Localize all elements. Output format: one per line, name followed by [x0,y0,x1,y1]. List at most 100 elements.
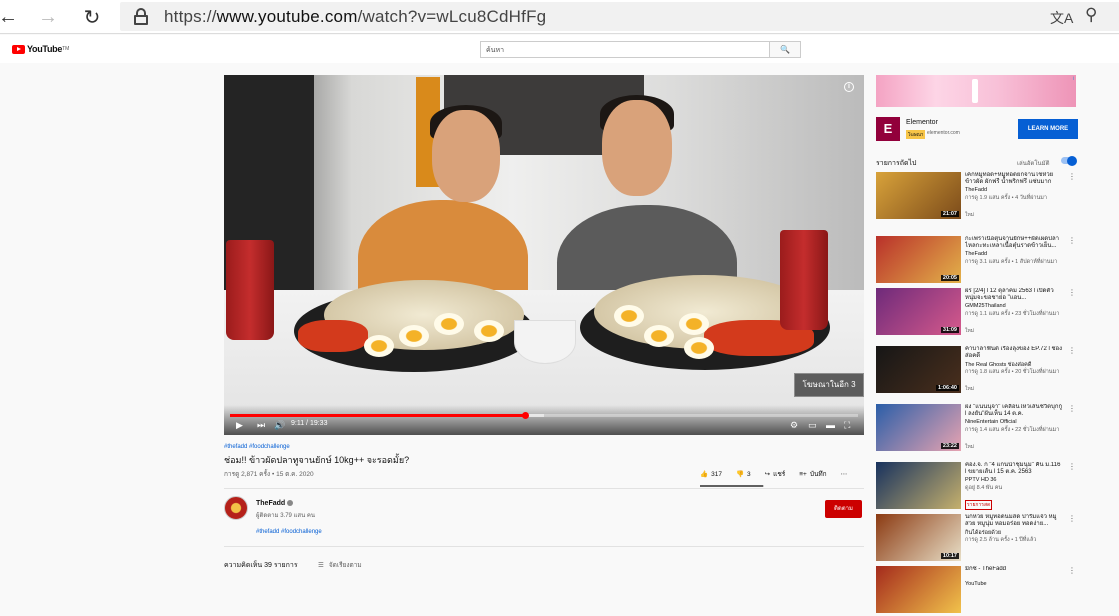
recommendation-title[interactable]: ผีง "แนนนุจา" เคลื่อนไหวเส้นชีวิตบุกกู้ … [965,404,1063,418]
recommendation-meta: การดู 1.8 แสน ครั้ง • 20 ชั่วโมงที่ผ่านม… [965,369,1060,375]
recommendation-channel[interactable]: TheFadd [965,187,987,193]
play-icon[interactable]: ▶ [236,420,243,431]
forward-arrow-icon[interactable]: → [36,5,60,29]
recommendation-thumbnail[interactable] [876,462,961,509]
recommendation-channel[interactable]: The Real Ghosts ช่องส่อคดี [965,361,1031,369]
more-vert-icon[interactable]: ⋮ [1068,515,1076,523]
channel-name-text: TheFadd [256,500,286,507]
more-vert-icon[interactable]: ⋮ [1068,289,1076,297]
new-badge: ใหม่ [965,386,975,392]
more-vert-icon[interactable]: ⋮ [1068,347,1076,355]
ad-banner-image[interactable]: i [876,75,1076,107]
recommendation-thumbnail[interactable]: 23:22 [876,404,961,451]
sort-comments-button[interactable]: ☰ จัดเรียงตาม [318,560,362,570]
recommendation-item[interactable]: 31:09 ผีร [2/4] l 12 ตุลาคม 2563 l เปิดตั… [876,288,1076,338]
divider [224,488,864,489]
recommendation-thumbnail[interactable]: 20:05 [876,236,961,283]
recommendation-item[interactable]: 21:07 เค้กหมูทอด+หมูทอดยกจานโชห่วยข้าวผัด… [876,172,1076,222]
ad-name: Elementor [906,119,938,126]
save-label: บันทึก [809,471,827,478]
recommendation-channel[interactable]: YouTube [965,581,987,587]
ad-card[interactable]: E Elementor โฆษณา elementor.com LEARN MO… [876,117,1078,143]
more-vert-icon[interactable]: ⋮ [1068,237,1076,245]
recommendation-title[interactable]: ค่อง.จ. ก "4 แกนนำชุมนุม" คืน ม.116 l ขย… [965,462,1063,476]
theater-mode-icon[interactable]: ▬ [826,420,835,430]
recommendation-meta: ดูอยู่ 8.4 พัน คน [965,485,1003,491]
recommendation-meta: การดู 1.1 แสน ครั้ง • 23 ชั่วโมงที่ผ่านม… [965,311,1060,317]
like-button[interactable]: 👍 317 [700,470,722,479]
elementor-logo-icon: E [876,117,900,141]
settings-gear-icon[interactable]: ⚙ [790,420,798,431]
recommendation-item[interactable]: 23:22 ผีง "แนนนุจา" เคลื่อนไหวเส้นชีวิตบุ… [876,404,1076,454]
video-meta: การดู 2,871 ครั้ง • 15 ต.ค. 2020 [224,471,314,478]
url-text[interactable]: https://www.youtube.com/watch?v=wLcu8CdH… [164,7,546,27]
share-button[interactable]: ↪ แชร์ [765,469,786,479]
recommendation-channel[interactable]: PPTV HD 36 [965,477,996,483]
recommendation-title[interactable]: มิกซ์ - TheFadd [965,566,1063,573]
more-vert-icon[interactable]: ⋮ [1068,405,1076,413]
back-arrow-icon[interactable]: ← [0,5,20,29]
ad-info-icon[interactable]: i [1073,76,1074,82]
recommendation-channel[interactable]: GMM25Thailand [965,303,1006,309]
recommendation-title[interactable]: ค้าบาลาฟันดี เรื่องลุงของ EP.72 l ช่องส่… [965,346,1063,360]
recommendation-title[interactable]: เค้กหมูทอด+หมูทอดยกจานโชห่วยข้าวผัด ผักฟ… [965,172,1063,186]
recommendation-title[interactable]: ผีร [2/4] l 12 ตุลาคม 2563 l เปิดตัวหนุ่… [965,288,1063,302]
dislike-button[interactable]: 👎 3 [735,470,751,479]
recommendation-item[interactable]: 1:06:40 ค้าบาลาฟันดี เรื่องลุงของ EP.72 l… [876,346,1076,396]
ad-badge: โฆษณา [906,130,926,139]
skip-ad-countdown[interactable]: โฆษณาในอีก 3 [794,373,864,397]
channel-name[interactable]: TheFadd [256,500,294,507]
ad-site: elementor.com [927,130,960,136]
more-vert-icon[interactable]: ⋮ [1068,173,1076,181]
autoplay-label: เล่นอัตโนมัติ [1017,161,1050,167]
video-hashtags[interactable]: #thefadd #foodchallenge [224,444,290,450]
recommendation-thumbnail[interactable]: 31:09 [876,288,961,335]
recommendation-thumbnail[interactable]: 21:07 [876,172,961,219]
recommendation-item[interactable]: ค่อง.จ. ก "4 แกนนำชุมนุม" คืน ม.116 l ขย… [876,462,1076,512]
channel-avatar[interactable] [224,496,248,520]
progress-bar[interactable] [230,414,858,417]
subscribe-button[interactable]: ติดตาม [825,500,862,518]
recommendation-title[interactable]: กะเพราเนื้อตุ๋นจานยักษ์++ผัดเผ็ดปลาไหลกะ… [965,236,1063,250]
autoplay-toggle[interactable] [1061,155,1077,166]
youtube-logo[interactable]: YouTube TM [12,43,69,55]
lock-icon[interactable] [134,8,148,25]
translate-icon[interactable]: 文A [1050,8,1073,28]
dislike-count: 3 [747,470,751,478]
recommendation-item[interactable]: มิกซ์ - TheFadd YouTube ⋮ [876,566,1076,616]
recommendation-channel[interactable]: กินได้อร่อยด้วย [965,529,1001,537]
zoom-icon[interactable]: ⚲ [1085,5,1097,25]
like-dislike-bar [700,485,764,487]
volume-icon[interactable]: 🔊 [274,420,285,431]
comment-count: ความคิดเห็น 39 รายการ [224,562,298,569]
like-count: 317 [711,470,722,478]
description-hashtags[interactable]: #thefadd #foodchallenge [256,529,322,535]
search-input[interactable]: ค้นหา [480,41,770,58]
search-button[interactable]: 🔍 [769,41,801,58]
video-duration: 1:06:40 [936,385,959,391]
more-vert-icon[interactable]: ⋮ [1068,567,1076,575]
miniplayer-icon[interactable]: ▭ [808,420,817,431]
video-player[interactable]: i โฆษณาในอีก 3 ▶ ⏭ 🔊 9:11 / 19:33 ⚙ ▭ ▬ … [224,75,864,435]
recommendation-thumbnail[interactable]: 10:17 [876,514,961,561]
fullscreen-icon[interactable]: ⛶ [844,420,850,431]
more-actions-button[interactable]: ⋯ [841,470,848,478]
video-actions: 👍 317 👎 3 ↪ แชร์ ≡+ บันทึก ⋯ [700,469,861,479]
thumb-down-icon: 👎 [735,471,745,478]
recommendation-item[interactable]: 20:05 กะเพราเนื้อตุ๋นจานยักษ์++ผัดเผ็ดปลา… [876,236,1076,286]
browser-toolbar: ← → ↻ https://www.youtube.com/watch?v=wL… [0,0,1119,34]
recommendation-title[interactable]: นกหวย หมูทอดนมสด ปาริมแจ๋ว หมูสวย หมูนุ่… [965,514,1063,528]
recommendation-channel[interactable]: TheFadd [965,251,987,257]
save-button[interactable]: ≡+ บันทึก [799,469,826,479]
video-duration: 10:17 [940,553,959,559]
next-icon[interactable]: ⏭ [257,420,265,431]
recommendation-thumbnail[interactable] [876,566,961,613]
url-scheme: https:// [164,7,217,26]
more-vert-icon[interactable]: ⋮ [1068,463,1076,471]
reload-icon[interactable]: ↻ [80,5,104,29]
info-icon[interactable]: i [844,82,854,92]
recommendation-channel[interactable]: NineEntertain Official [965,419,1017,425]
learn-more-button[interactable]: LEARN MORE [1018,119,1078,139]
recommendation-item[interactable]: 10:17 นกหวย หมูทอดนมสด ปาริมแจ๋ว หมูสวย ห… [876,514,1076,564]
recommendation-thumbnail[interactable]: 1:06:40 [876,346,961,393]
